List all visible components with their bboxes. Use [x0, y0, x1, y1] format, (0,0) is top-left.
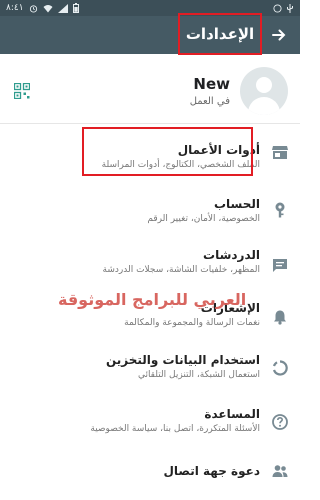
row-sub-chats: المظهر، خلفيات الشاشة، سجلات الدردشة — [102, 265, 260, 275]
data-usage-icon — [272, 360, 288, 376]
whatsapp-notification-icon — [273, 3, 282, 13]
battery-icon — [72, 3, 79, 13]
profile-row[interactable]: New في العمل — [0, 56, 300, 124]
usb-icon — [287, 3, 293, 13]
wifi-icon — [43, 4, 53, 12]
watermark-text: العربي للبرامج الموثوقة — [58, 290, 247, 309]
people-icon — [272, 465, 288, 477]
page-title-highlight: الإعدادات — [178, 13, 262, 55]
status-right — [273, 3, 294, 13]
arrow-right-icon — [272, 29, 286, 41]
store-icon — [272, 146, 288, 159]
page-title: الإعدادات — [185, 25, 255, 43]
avatar[interactable] — [240, 67, 288, 115]
row-sub-account: الخصوصية، الأمان، تغيير الرقم — [147, 214, 260, 224]
back-button[interactable] — [268, 24, 290, 46]
row-label-help: المساعدة — [204, 407, 260, 421]
row-sub-help: الأسئلة المتكررة، اتصل بنا، سياسة الخصوص… — [90, 424, 260, 434]
settings-row-data-storage[interactable]: استخدام البيانات والتخزين استعمال الشبكة… — [0, 348, 300, 396]
chat-icon — [273, 259, 287, 272]
settings-row-invite-contact[interactable]: دعوة جهة اتصال — [0, 458, 300, 500]
bell-icon — [274, 310, 286, 325]
row-label-data-storage: استخدام البيانات والتخزين — [105, 353, 260, 367]
avatar-shoulders — [248, 97, 280, 115]
row-label-invite-contact: دعوة جهة اتصال — [163, 464, 260, 478]
key-icon — [275, 202, 285, 218]
settings-row-chats[interactable]: الدردشات المظهر، خلفيات الشاشة، سجلات ال… — [0, 242, 300, 290]
row-label-chats: الدردشات — [203, 248, 260, 262]
time-text: ٨:٤١ — [6, 3, 24, 13]
row-sub-data-storage: استعمال الشبكة، التنزيل التلقائي — [137, 370, 260, 380]
business-tools-highlight — [82, 127, 253, 176]
alarm-icon — [29, 4, 37, 13]
row-sub-notifications: نغمات الرسالة والمجموعة والمكالمة — [124, 318, 260, 328]
signal-icon — [57, 3, 68, 13]
qr-code-icon[interactable] — [14, 83, 30, 99]
app-bar: الإعدادات — [0, 13, 300, 55]
settings-row-account[interactable]: الحساب الخصوصية، الأمان، تغيير الرقم — [0, 190, 300, 238]
profile-name: New — [193, 75, 230, 93]
settings-row-help[interactable]: المساعدة الأسئلة المتكررة، اتصل بنا، سيا… — [0, 402, 300, 450]
help-icon — [272, 414, 288, 430]
profile-status: في العمل — [189, 96, 230, 107]
row-label-account: الحساب — [213, 197, 260, 211]
avatar-head — [256, 77, 272, 93]
status-left: ٨:٤١ — [6, 3, 79, 13]
